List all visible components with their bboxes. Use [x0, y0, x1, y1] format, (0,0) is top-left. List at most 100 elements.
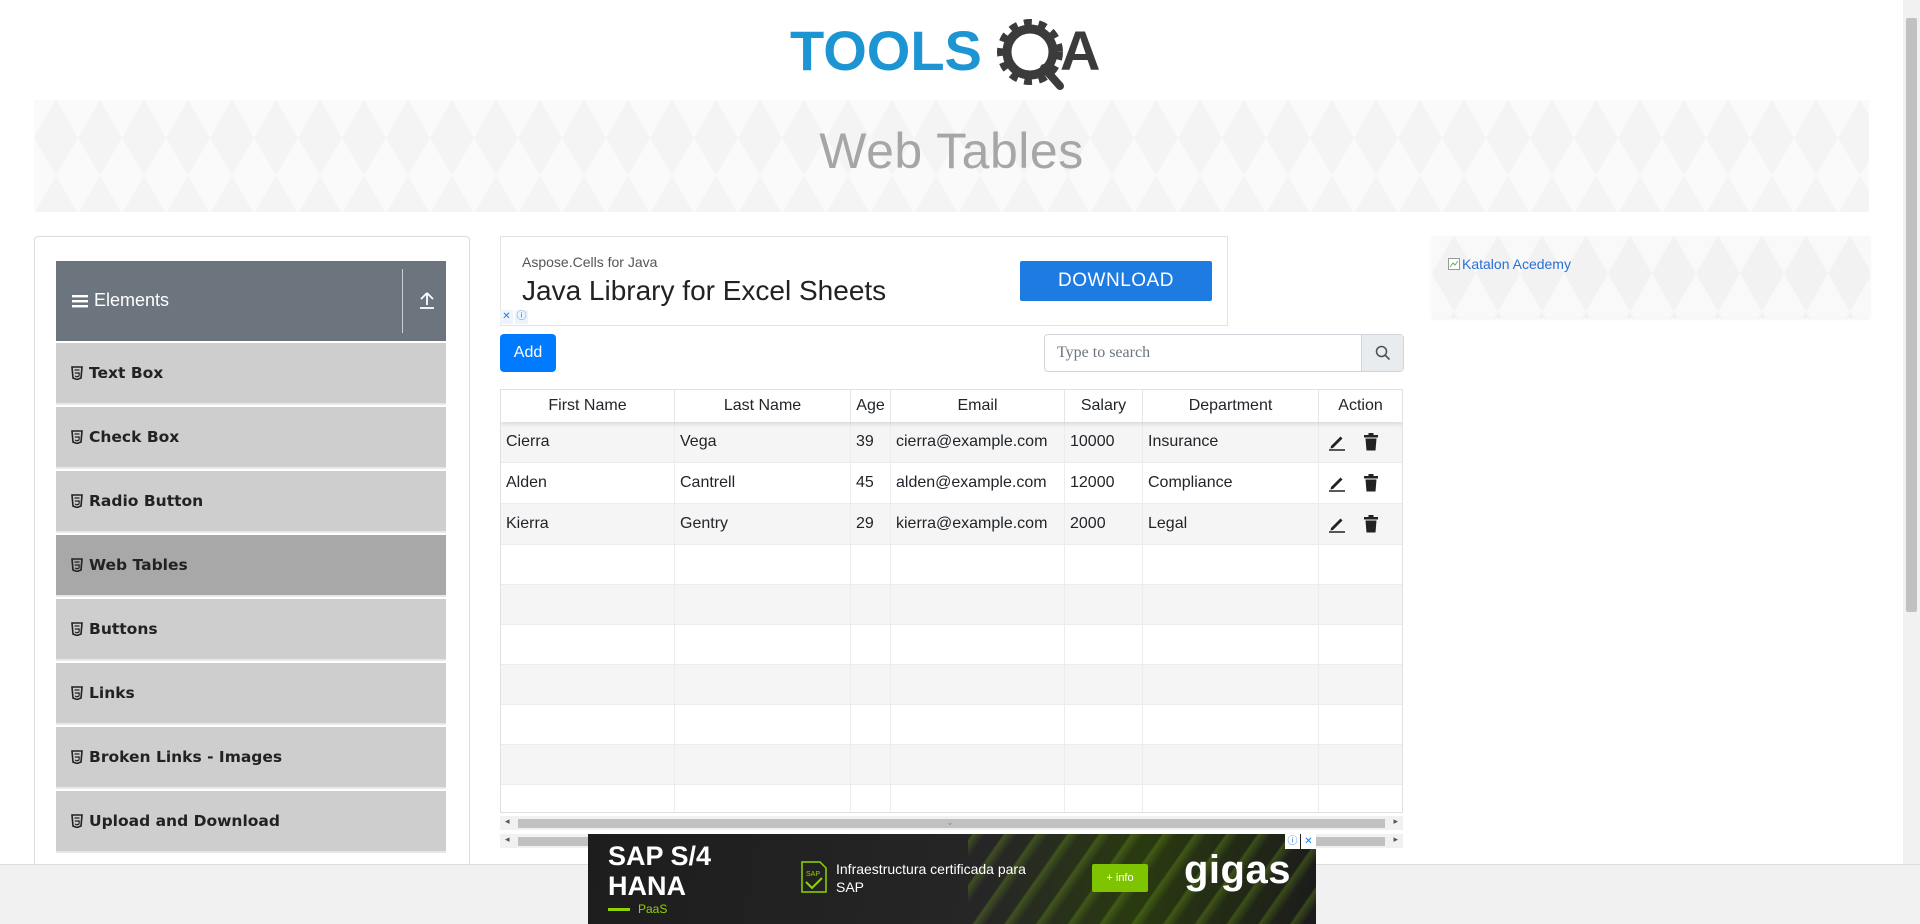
column-header-action[interactable]: Action	[1319, 390, 1402, 422]
cell-department: Compliance	[1143, 463, 1319, 503]
cell-empty	[1065, 665, 1143, 705]
ad-paas-tag: PaaS	[608, 902, 667, 916]
delete-icon[interactable]	[1361, 514, 1381, 534]
cell-action	[1319, 422, 1402, 462]
cell-empty	[891, 585, 1065, 625]
elements-group-header[interactable]: Elements	[56, 261, 446, 341]
sidebar-item-radio-button[interactable]: Radio Button	[56, 471, 446, 533]
ad-download-button[interactable]: DOWNLOAD	[1020, 261, 1212, 301]
collapse-up-icon[interactable]	[418, 289, 436, 311]
column-header-age[interactable]: Age	[851, 390, 891, 422]
cell-empty	[675, 665, 851, 705]
ad-infra-text: Infraestructura certificada para SAP	[836, 861, 1026, 895]
ad-sap-line1: SAP S/4	[608, 841, 712, 871]
scrollbar-thumb[interactable]	[1906, 18, 1917, 612]
sidebar-item-check-box[interactable]: Check Box	[56, 407, 446, 469]
edit-icon[interactable]	[1327, 473, 1347, 493]
ad-info-button[interactable]: + info	[1092, 864, 1148, 892]
cell-first-name: Kierra	[501, 504, 675, 544]
column-header-salary[interactable]: Salary	[1065, 390, 1143, 422]
sidebar-item-label: Broken Links - Images	[89, 748, 283, 766]
ad-banner-top[interactable]: Aspose.Cells for Java Java Library for E…	[500, 236, 1228, 326]
web-table: First Name Last Name Age Email Salary Departm…	[500, 389, 1403, 813]
search-button[interactable]	[1361, 335, 1403, 371]
table-row-empty	[501, 625, 1402, 665]
ad-choices-bottom[interactable]: ⓘ ✕	[1285, 834, 1316, 849]
info-icon[interactable]: ⓘ	[1285, 834, 1300, 849]
table-row-empty	[501, 785, 1402, 812]
ad-gigas-brand: gigas	[1184, 848, 1291, 892]
cell-empty	[891, 625, 1065, 665]
broken-image-alt[interactable]: Katalon Acedemy	[1448, 256, 1571, 272]
table-row: Cierra Vega 39 cierra@example.com 10000 Insur…	[501, 422, 1402, 463]
sidebar-item-links[interactable]: Links	[56, 663, 446, 725]
cell-empty	[1065, 745, 1143, 785]
cell-email: alden@example.com	[891, 463, 1065, 503]
page-header-banner: Web Tables	[34, 100, 1869, 212]
delete-icon[interactable]	[1361, 432, 1381, 452]
cell-empty	[851, 585, 891, 625]
cell-empty	[675, 625, 851, 665]
broken-image-alt-text: Katalon Acedemy	[1462, 256, 1571, 272]
html5-icon	[71, 558, 83, 572]
close-icon[interactable]: ✕	[1301, 834, 1316, 849]
html5-icon	[71, 622, 83, 636]
sidebar-item-broken-links-images[interactable]: Broken Links - Images	[56, 727, 446, 789]
cell-empty	[501, 665, 675, 705]
close-icon[interactable]: ✕	[500, 310, 513, 324]
column-header-department[interactable]: Department	[1143, 390, 1319, 422]
search-input[interactable]	[1045, 335, 1362, 371]
html5-icon	[71, 366, 83, 380]
cell-empty	[501, 585, 675, 625]
column-header-first-name[interactable]: First Name	[501, 390, 675, 422]
page-vertical-scrollbar[interactable]	[1903, 0, 1920, 864]
group-title: Elements	[72, 290, 169, 311]
column-header-last-name[interactable]: Last Name	[675, 390, 851, 422]
table-body: Cierra Vega 39 cierra@example.com 10000 Insur…	[501, 422, 1402, 812]
cell-empty	[501, 625, 675, 665]
html5-icon	[71, 686, 83, 700]
cell-empty	[501, 785, 675, 812]
cell-email: cierra@example.com	[891, 422, 1065, 462]
toolsqa-logo[interactable]: TOOLS A	[790, 14, 1120, 92]
edit-icon[interactable]	[1327, 432, 1347, 452]
cell-action	[1319, 504, 1402, 544]
cell-empty	[1319, 665, 1402, 705]
hamburger-icon	[72, 294, 88, 307]
html5-icon	[71, 430, 83, 444]
cell-empty	[1143, 665, 1319, 705]
table-row-empty	[501, 705, 1402, 745]
cell-empty	[891, 745, 1065, 785]
column-header-email[interactable]: Email	[891, 390, 1065, 422]
cell-empty	[851, 785, 891, 812]
right-ad-katalon[interactable]: Katalon Acedemy	[1432, 236, 1870, 318]
table-row: Alden Cantrell 45 alden@example.com 12000 Com…	[501, 463, 1402, 504]
add-button[interactable]: Add	[500, 334, 556, 372]
cell-empty	[1065, 785, 1143, 812]
ad-headline: Java Library for Excel Sheets	[522, 275, 887, 306]
cell-empty	[1143, 545, 1319, 585]
delete-icon[interactable]	[1361, 473, 1381, 493]
sidebar-item-label: Web Tables	[89, 556, 188, 574]
edit-icon[interactable]	[1327, 514, 1347, 534]
info-icon[interactable]: ⓘ	[515, 310, 528, 324]
sidebar-item-text-box[interactable]: Text Box	[56, 343, 446, 405]
cell-empty	[1143, 745, 1319, 785]
cell-empty	[1065, 585, 1143, 625]
table-row-empty	[501, 545, 1402, 585]
sidebar-item-upload-and-download[interactable]: Upload and Download	[56, 791, 446, 853]
ad-choices[interactable]: ✕ ⓘ	[500, 310, 530, 325]
cell-empty	[851, 745, 891, 785]
cell-empty	[501, 545, 675, 585]
bottom-ad-gigas[interactable]: SAP S/4 HANA PaaS SAP Infraestructura ce…	[588, 834, 1316, 924]
cell-empty	[1143, 705, 1319, 745]
table-horizontal-scrollbar[interactable]: ◂ ▸ ⌄	[500, 816, 1403, 830]
sidebar-item-buttons[interactable]: Buttons	[56, 599, 446, 661]
cell-empty	[891, 545, 1065, 585]
cell-empty	[1065, 545, 1143, 585]
cell-empty	[675, 745, 851, 785]
cell-empty	[1143, 785, 1319, 812]
cell-department: Legal	[1143, 504, 1319, 544]
cell-last-name: Vega	[675, 422, 851, 462]
sidebar-item-web-tables[interactable]: Web Tables	[56, 535, 446, 597]
